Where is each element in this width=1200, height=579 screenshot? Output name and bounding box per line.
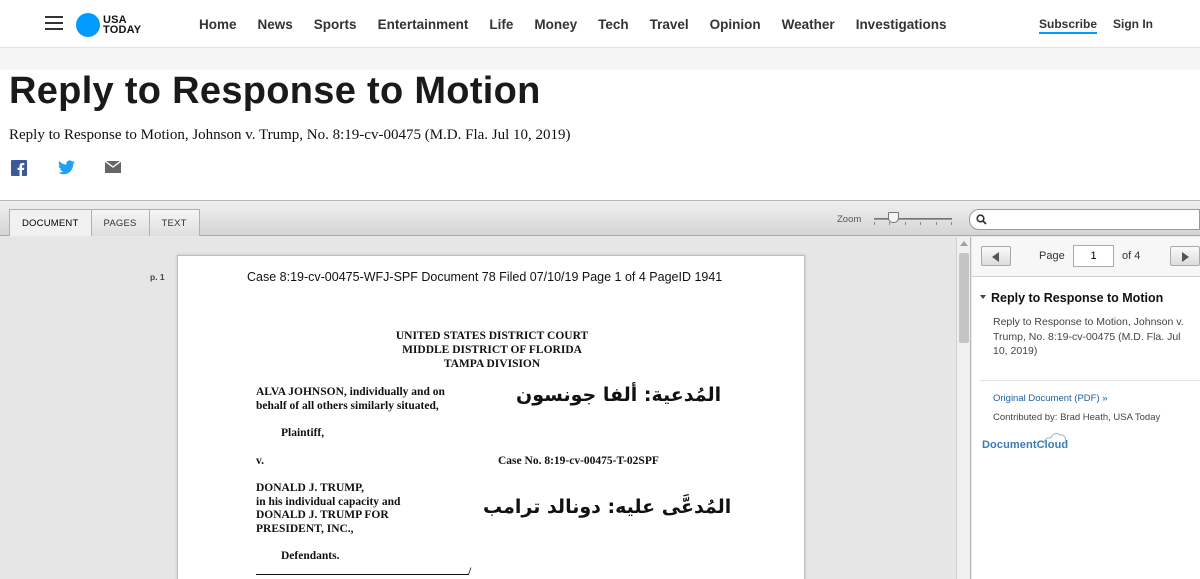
court-caption: UNITED STATES DISTRICT COURT MIDDLE DIST… (178, 329, 806, 371)
document-search[interactable] (969, 209, 1200, 230)
zoom-slider-track[interactable] (874, 218, 952, 220)
page-label: Page (1039, 250, 1065, 262)
court-line: MIDDLE DISTRICT OF FLORIDA (402, 344, 582, 356)
zoom-slider-handle[interactable] (888, 212, 899, 223)
scrollbar-thumb[interactable] (959, 253, 969, 343)
sidebar-title: Reply to Response to Motion (991, 291, 1164, 305)
next-page-button[interactable] (1170, 246, 1200, 266)
court-line: UNITED STATES DISTRICT COURT (395, 330, 589, 342)
nav-link-home[interactable]: Home (199, 17, 237, 32)
nav-link-life[interactable]: Life (489, 17, 513, 32)
nav-link-news[interactable]: News (258, 17, 293, 32)
defendant-line: DONALD J. TRUMP FOR (256, 509, 389, 521)
main-nav: Home News Sports Entertainment Life Mone… (199, 0, 967, 48)
document-title-toggle[interactable]: Reply to Response to Motion (980, 291, 1163, 305)
page-subtitle: Reply to Response to Motion, Johnson v. … (9, 127, 571, 143)
plaintiff-line: behalf of all others similarly situated, (256, 400, 439, 412)
previous-page-button[interactable] (981, 246, 1011, 266)
page-title: Reply to Response to Motion (9, 70, 541, 112)
nav-link-investigations[interactable]: Investigations (856, 17, 947, 32)
tab-text[interactable]: TEXT (149, 209, 200, 236)
nav-link-travel[interactable]: Travel (650, 17, 689, 32)
top-navigation: USA TODAY Home News Sports Entertainment… (0, 0, 1200, 48)
nav-link-opinion[interactable]: Opinion (710, 17, 761, 32)
tab-pages[interactable]: PAGES (91, 209, 150, 236)
arrow-left-icon (992, 252, 999, 262)
viewer-tabs: DOCUMENT PAGES TEXT (9, 209, 200, 236)
zoom-ticks (874, 222, 952, 225)
defendant-name: DONALD J. TRUMP, in his individual capac… (256, 482, 400, 536)
document-description: Reply to Response to Motion, Johnson v. … (993, 316, 1184, 357)
original-document-link[interactable]: Original Document (PDF) » (993, 393, 1108, 404)
arrow-right-icon (1182, 252, 1189, 262)
caret-down-icon (980, 294, 986, 299)
subscribe-link[interactable]: Subscribe (1039, 17, 1098, 34)
viewer-sidebar: Page of 4 Reply to Response to Motion Re… (972, 237, 1200, 579)
versus-label: v. (256, 455, 264, 467)
plaintiff-label: Plaintiff, (281, 427, 325, 439)
sidebar-divider (980, 380, 1200, 381)
defendant-label: Defendants. (281, 550, 340, 562)
menu-icon[interactable] (45, 16, 63, 31)
search-icon (976, 214, 987, 225)
document-page: Case 8:19-cv-00475-WFJ-SPF Document 78 F… (177, 255, 805, 579)
page-count-label: of 4 (1122, 250, 1141, 262)
documentcloud-logo[interactable]: DocumentCloud (982, 433, 1068, 457)
defendant-line: in his individual capacity and (256, 495, 401, 508)
viewer-toolbar: DOCUMENT PAGES TEXT Zoom (0, 201, 1200, 236)
nav-link-tech[interactable]: Tech (598, 17, 629, 32)
plaintiff-name: ALVA JOHNSON, individually and on behalf… (256, 385, 445, 413)
plaintiff-line: ALVA JOHNSON, individually and on (256, 386, 445, 398)
scroll-up-icon[interactable] (960, 241, 968, 246)
zoom-label: Zoom (837, 214, 862, 225)
court-line: TAMPA DIVISION (443, 358, 541, 370)
usa-today-logo[interactable]: USA TODAY (76, 12, 141, 37)
logo-text-line2: TODAY (103, 23, 142, 36)
contributor-text: Contributed by: Brad Heath, USA Today (993, 412, 1161, 423)
sign-in-link[interactable]: Sign In (1113, 17, 1153, 31)
document-pane[interactable]: p. 1 Case 8:19-cv-00475-WFJ-SPF Document… (0, 237, 956, 579)
cloud-icon (1043, 433, 1066, 445)
plaintiff-arabic-annotation: المُدعية: ألفا جونسون (516, 384, 722, 406)
tab-document[interactable]: DOCUMENT (9, 209, 92, 236)
nav-link-entertainment[interactable]: Entertainment (378, 17, 469, 32)
case-number: Case No. 8:19-cv-00475-T-02SPF (498, 455, 659, 467)
nav-link-money[interactable]: Money (534, 17, 577, 32)
defendant-line: DONALD J. TRUMP, (256, 482, 364, 494)
nav-link-weather[interactable]: Weather (782, 17, 835, 32)
page-number-input[interactable] (1073, 245, 1114, 267)
search-input[interactable] (990, 212, 1190, 227)
email-icon[interactable] (105, 160, 121, 174)
logo-circle-icon (76, 12, 100, 37)
signature-rule (256, 574, 469, 575)
facebook-icon[interactable] (11, 160, 27, 176)
page-navigator: Page of 4 (972, 237, 1200, 277)
twitter-icon[interactable] (58, 160, 75, 175)
rule-slash: / (468, 564, 472, 578)
document-scrollbar[interactable] (956, 237, 971, 579)
nav-link-sports[interactable]: Sports (314, 17, 357, 32)
header-band (0, 48, 1200, 70)
case-header: Case 8:19-cv-00475-WFJ-SPF Document 78 F… (247, 270, 723, 284)
defendant-arabic-annotation: المُدعَّى عليه: دونالد ترامب (483, 496, 732, 518)
document-viewer: DOCUMENT PAGES TEXT Zoom p. 1 Case 8:19-… (0, 200, 1200, 579)
page-number-label: p. 1 (150, 272, 165, 282)
defendant-line: PRESIDENT, INC., (256, 522, 354, 535)
